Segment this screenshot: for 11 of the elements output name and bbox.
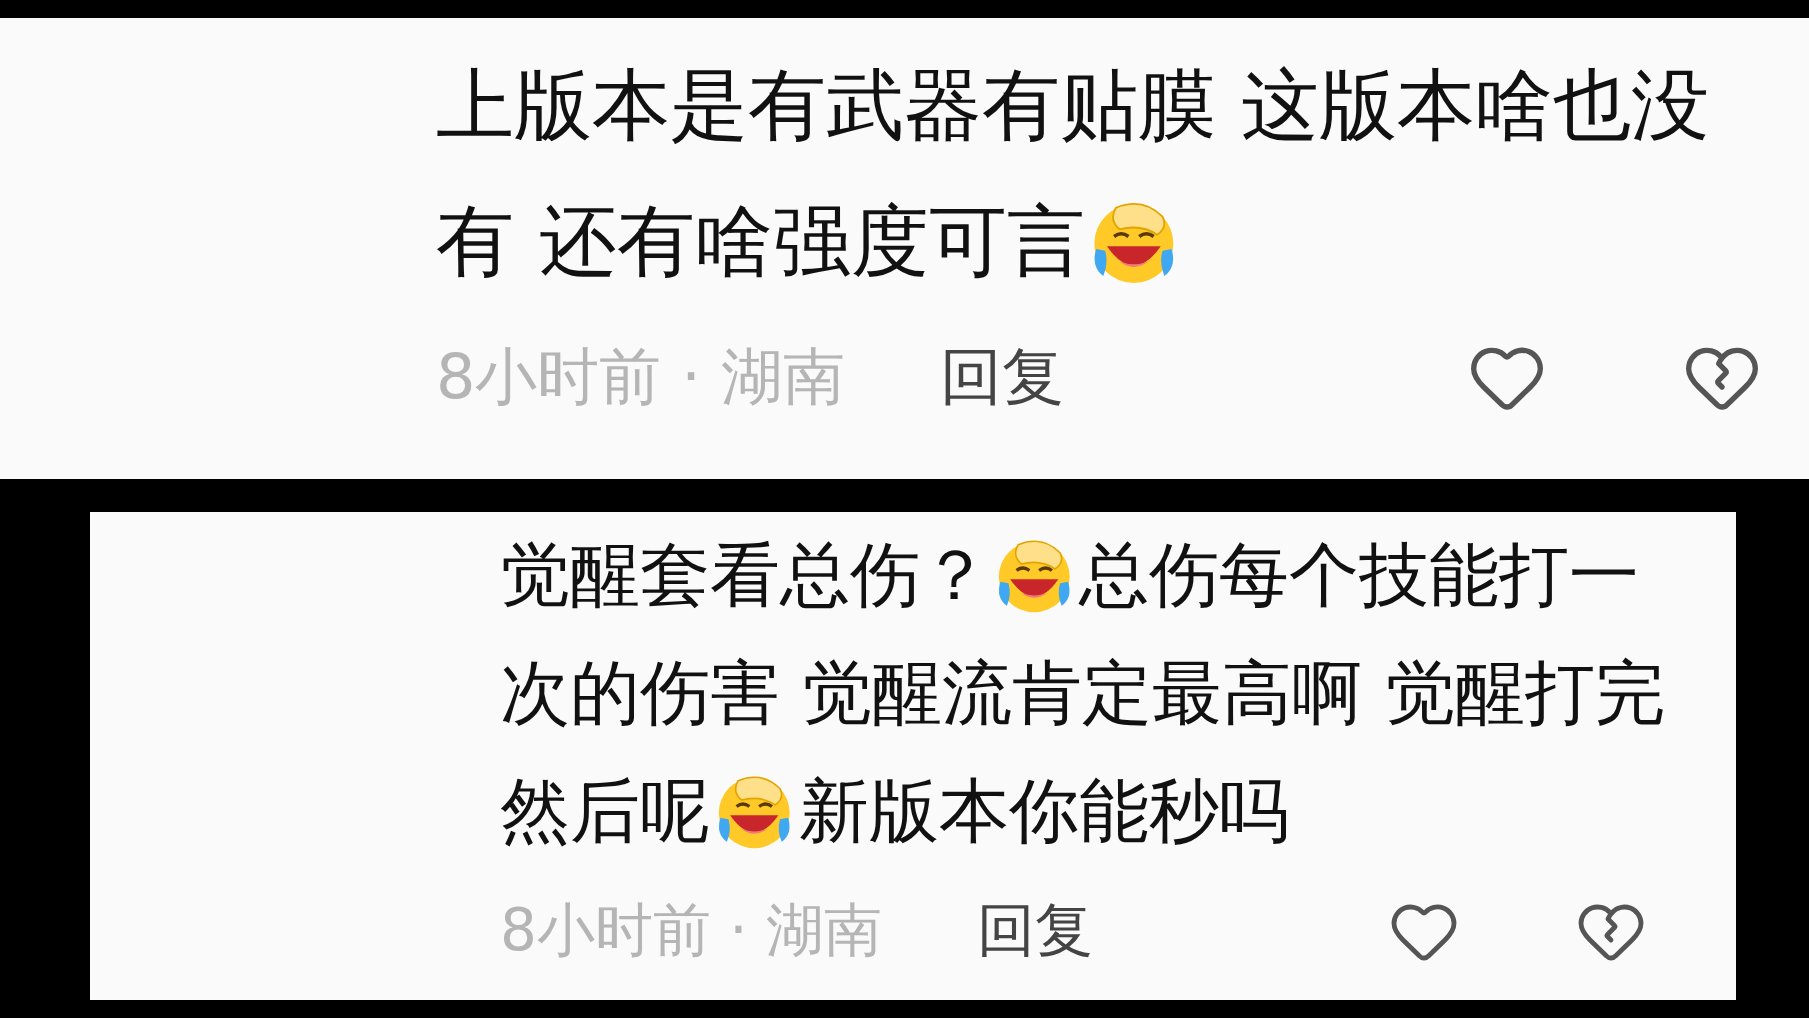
comment-time-location: 8小时前 · 湖南 xyxy=(500,895,883,966)
reply-button[interactable]: 回复 xyxy=(939,335,1064,419)
comment-text: 有 还有啥强度可言 xyxy=(436,195,1085,289)
comment-text: 然后呢 xyxy=(500,769,710,853)
comment-text: 觉醒套看总伤？ xyxy=(500,533,990,617)
comment-text: 新版本你能秒吗 xyxy=(798,769,1289,853)
comment-text: 总伤每个技能打一 xyxy=(1078,533,1639,617)
reply-button[interactable]: 回复 xyxy=(977,892,1094,970)
comment-time-location: 8小时前 · 湖南 xyxy=(436,339,845,415)
comment-text: 次的伤害 觉醒流肯定最高啊 觉醒打完 xyxy=(500,651,1665,735)
comment-text: 上版本是有武器有贴膜 这版本啥也没 xyxy=(436,59,1709,153)
